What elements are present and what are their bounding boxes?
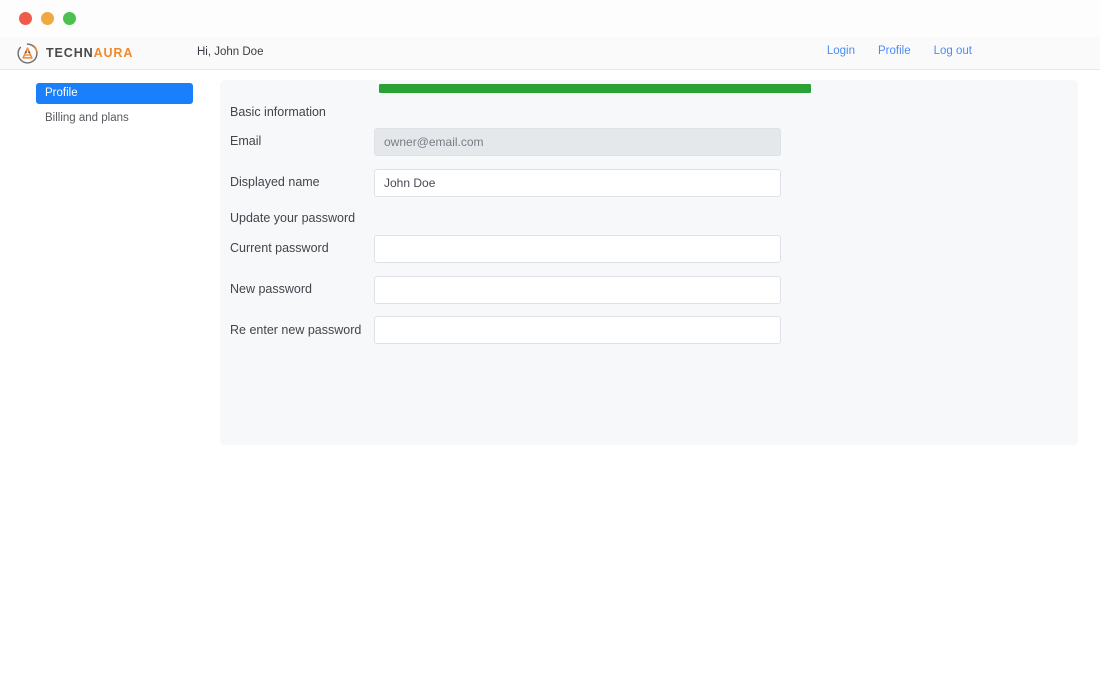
profile-settings-card: Basic information Email Displayed name U… [220,80,1078,445]
nav-link-login[interactable]: Login [827,45,855,57]
sidebar: Profile Billing and plans [36,83,193,133]
email-field [374,128,781,156]
current-password-field[interactable] [374,235,781,263]
brand-wordmark: TECHNAURA [46,47,133,60]
maximize-window-icon[interactable] [63,12,76,25]
new-password-field[interactable] [374,276,781,304]
field-label-new-password: New password [230,276,374,298]
brand-logo[interactable]: TECHNAURA [16,41,133,65]
window-titlebar [0,0,1100,37]
app-window: TECHNAURA Hi, John Doe Login Profile Log… [0,0,1100,698]
technaura-logo-icon [16,42,39,65]
minimize-window-icon[interactable] [41,12,54,25]
field-label-displayed-name: Displayed name [230,169,374,191]
app-header: TECHNAURA Hi, John Doe Login Profile Log… [0,37,1100,70]
field-row-reenter-new-password: Re enter new password [230,316,1070,344]
sidebar-item-billing-and-plans[interactable]: Billing and plans [36,108,193,129]
field-label-email: Email [230,128,374,150]
field-row-displayed-name: Displayed name [230,169,1070,197]
window-controls [19,12,76,25]
sidebar-item-profile[interactable]: Profile [36,83,193,104]
page-load-progress-fill [379,84,811,93]
reenter-new-password-field[interactable] [374,316,781,344]
page-body: Profile Billing and plans Basic informat… [0,70,1100,698]
nav-link-profile[interactable]: Profile [878,45,911,57]
user-greeting: Hi, John Doe [197,46,263,58]
field-row-email: Email [230,128,1070,156]
close-window-icon[interactable] [19,12,32,25]
displayed-name-field[interactable] [374,169,781,197]
nav-link-logout[interactable]: Log out [934,45,972,57]
brand-wordmark-accent: AURA [94,46,134,60]
section-title-update-your-password: Update your password [230,211,355,225]
section-title-basic-information: Basic information [230,105,326,119]
field-label-current-password: Current password [230,235,374,257]
brand-wordmark-primary: TECHN [46,46,94,60]
field-label-reenter-new-password: Re enter new password [230,316,374,339]
header-nav: Login Profile Log out [827,45,972,57]
field-row-current-password: Current password [230,235,1070,263]
field-row-new-password: New password [230,276,1070,304]
page-load-progress-bar [379,84,811,93]
